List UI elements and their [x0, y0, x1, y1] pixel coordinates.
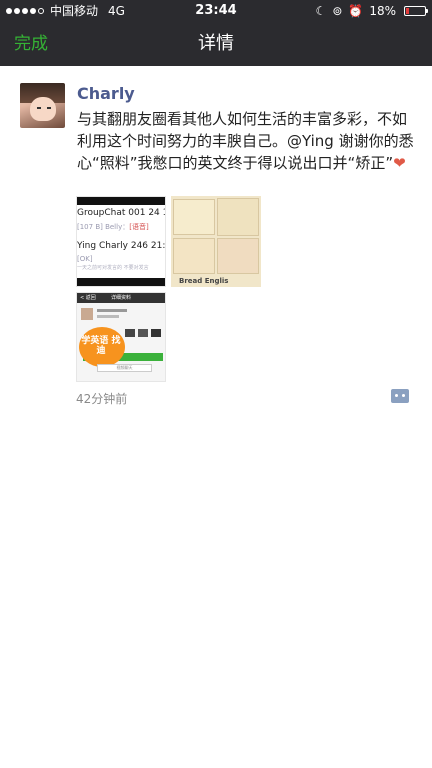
image-black-bar [77, 197, 165, 205]
image-top-bar: < 返回 详细资料 [77, 293, 165, 303]
avatar-eye [37, 107, 41, 109]
notebook-page [217, 238, 259, 274]
heart-icon: ❤ [393, 154, 406, 172]
post-image-profile[interactable]: < 返回 详细资料 学英语 找迪 视频聊天 [76, 292, 166, 382]
notebook-brand-text: Bread Englis [179, 277, 229, 285]
image-text-fragment: [107 B] Belly： [77, 223, 130, 231]
image-text-line: [OK] [77, 255, 93, 263]
post-text: 与其翻朋友圈看其他人如何生活的丰富多彩，不如利用这个时间努力的丰腴自己。@Yin… [77, 108, 417, 174]
lock-rotation-icon: ⊚ [332, 4, 343, 18]
image-text-line: 一天之前可对发言的 不要对发言 [77, 265, 149, 271]
image-title-text: 详细资料 [111, 295, 132, 301]
battery-percent: 18% [369, 4, 396, 18]
avatar[interactable] [20, 83, 65, 128]
image-thumb [125, 329, 135, 337]
navigation-bar: 完成 详情 [0, 22, 432, 66]
post-text-body: 与其翻朋友圈看其他人如何生活的丰富多彩，不如利用这个时间努力的丰腴自己。@Yin… [77, 110, 414, 172]
image-text-line: [107 B] Belly：[语音] [77, 222, 149, 232]
notebook-page [217, 198, 259, 236]
page-title: 详情 [198, 33, 234, 54]
image-text-row [97, 315, 119, 318]
image-thumb [138, 329, 148, 337]
post-timestamp: 42分钟前 [76, 392, 128, 406]
image-footer-button: 视频聊天 [97, 364, 152, 372]
image-avatar [81, 308, 93, 320]
comment-dot [395, 394, 398, 397]
comment-dot [402, 394, 405, 397]
status-bar: 中国移动 4G 23:44 ☾ ⊚ ⏰ 18% [0, 0, 432, 22]
alarm-icon: ⏰ [348, 4, 364, 18]
post-username[interactable]: Charly [77, 84, 135, 103]
image-text-fragment: [语音] [129, 223, 149, 231]
avatar-eye [47, 107, 51, 109]
avatar-face [30, 97, 56, 121]
image-thumb [151, 329, 161, 337]
image-text-row [97, 309, 127, 312]
status-right: ☾ ⊚ ⏰ 18% [315, 0, 428, 22]
post-image-chat[interactable]: GroupChat 001 24 18:0 [107 B] Belly：[语音]… [76, 196, 166, 287]
notebook-page [173, 238, 215, 274]
battery-icon [404, 6, 428, 16]
battery-fill [406, 8, 409, 14]
post-image-notebook[interactable]: Bread Englis [171, 196, 261, 287]
moon-icon: ☾ [315, 4, 327, 18]
notebook-page [173, 199, 215, 235]
comment-icon[interactable] [391, 389, 409, 403]
orange-badge-text: 学英语 找迪 [81, 336, 121, 356]
image-text-line: GroupChat 001 24 18:0 [77, 208, 165, 218]
top-header: 中国移动 4G 23:44 ☾ ⊚ ⏰ 18% 完成 详情 [0, 0, 432, 66]
image-back-text: < 返回 [80, 295, 96, 301]
image-text-line: Ying Charly 246 21:30-2 [77, 241, 166, 251]
image-black-bar [77, 278, 165, 286]
